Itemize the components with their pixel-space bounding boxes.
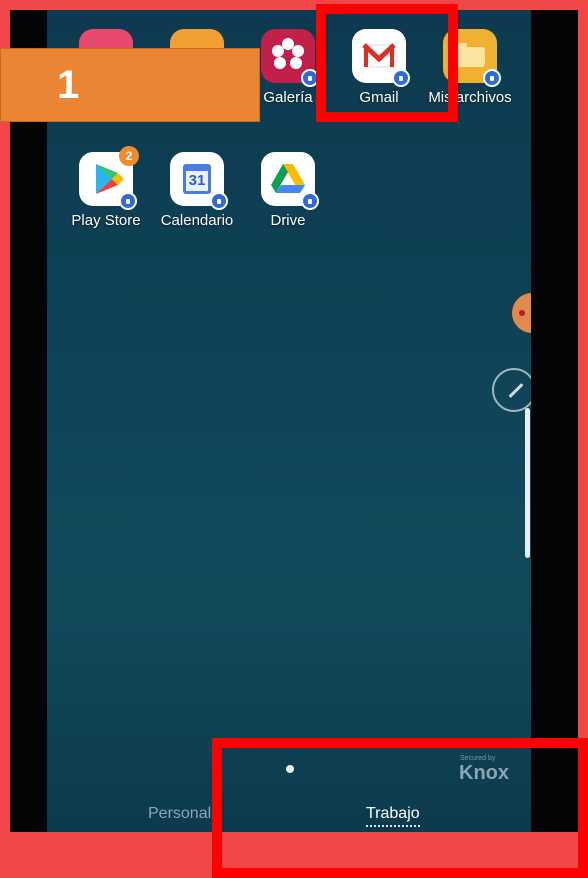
calendar-day: 31 xyxy=(188,172,206,189)
step-number: 1 xyxy=(57,63,80,107)
tab-personal[interactable]: Personal xyxy=(148,805,211,823)
edge-panel-handle[interactable] xyxy=(512,293,531,333)
pen-icon[interactable] xyxy=(492,368,531,412)
work-tab-highlight-box xyxy=(212,738,588,878)
gallery-icon xyxy=(261,29,319,87)
drive-icon xyxy=(261,152,319,210)
app-label: Drive xyxy=(270,212,306,229)
play-store-app[interactable]: 2 Play Store xyxy=(61,146,151,230)
calendar-app[interactable]: 31 Calendario xyxy=(152,152,242,230)
home-screen: Galería Gmail Mis archivos 2 Play Store … xyxy=(47,10,531,832)
calendar-icon: 31 xyxy=(170,152,228,210)
drive-app[interactable]: Drive xyxy=(243,152,333,230)
edge-scrollbar[interactable] xyxy=(525,408,530,558)
lock-icon xyxy=(119,192,137,210)
app-label: Calendario xyxy=(160,212,234,229)
play-store-icon: 2 xyxy=(79,146,139,210)
lock-icon xyxy=(301,192,319,210)
app-label: Play Store xyxy=(71,212,141,229)
step-callout: 1 xyxy=(0,48,260,122)
notification-badge: 2 xyxy=(119,146,139,166)
lock-icon xyxy=(210,192,228,210)
lock-icon xyxy=(483,69,501,87)
gmail-highlight-box xyxy=(316,4,458,122)
